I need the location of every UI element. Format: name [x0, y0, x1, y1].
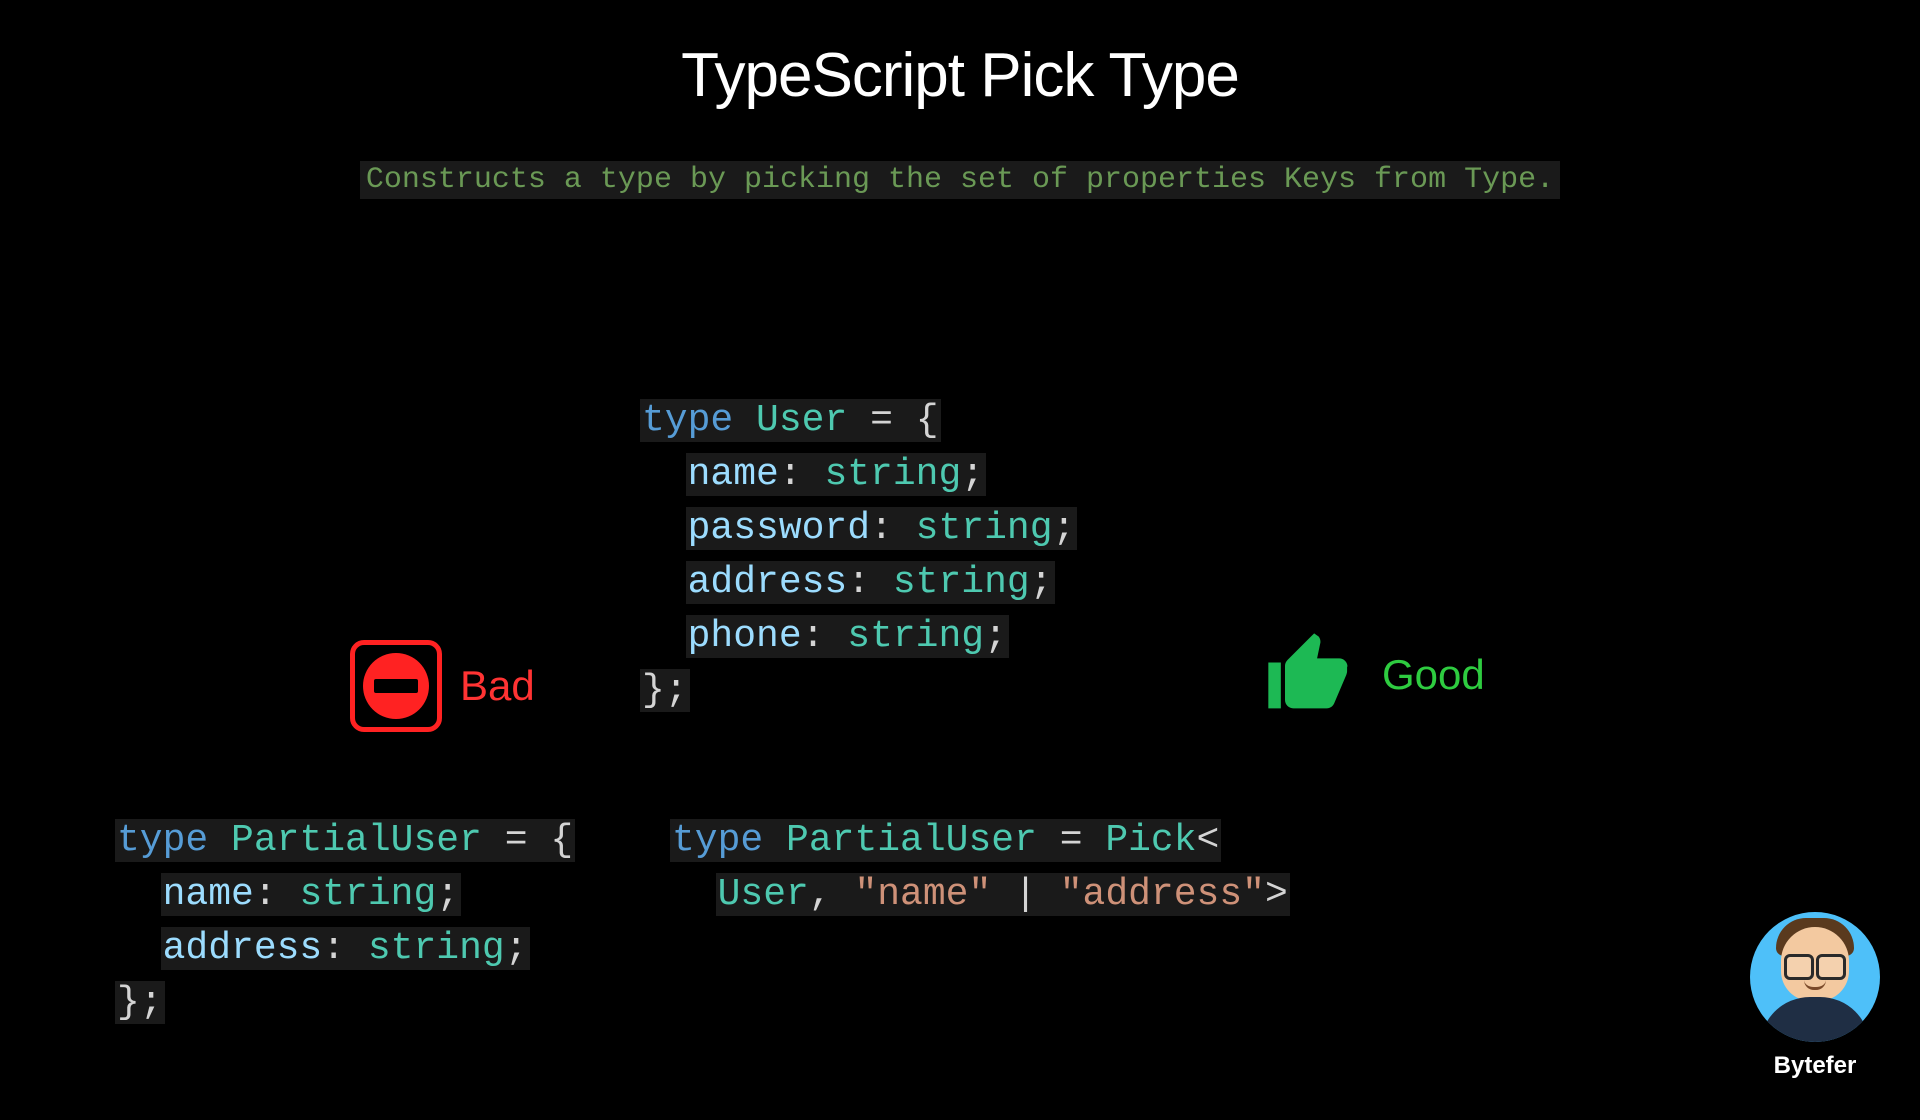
semi: ; — [505, 927, 528, 970]
op-equals: = — [870, 399, 893, 442]
colon: : — [322, 927, 345, 970]
semi: ; — [436, 873, 459, 916]
semi: ; — [1053, 507, 1076, 550]
bad-text: Bad — [460, 662, 535, 710]
type-string: string — [893, 561, 1030, 604]
comma: , — [809, 873, 832, 916]
colon: : — [779, 453, 802, 496]
brace-close: }; — [117, 981, 163, 1024]
pipe: | — [1014, 873, 1037, 916]
string-address: "address" — [1060, 873, 1265, 916]
avatar-image — [1750, 912, 1880, 1042]
prop-name: name — [688, 453, 779, 496]
bad-label: Bad — [350, 640, 535, 732]
op-equals: = — [505, 819, 528, 862]
author-avatar: Bytefer — [1750, 912, 1880, 1080]
thumbs-up-icon — [1260, 625, 1360, 725]
prop-phone: phone — [688, 615, 802, 658]
keyword-type: type — [117, 819, 208, 862]
typename-user: User — [756, 399, 847, 442]
angle-open: < — [1197, 819, 1220, 862]
type-string: string — [916, 507, 1053, 550]
typename-partialuser: PartialUser — [786, 819, 1037, 862]
author-name: Bytefer — [1750, 1052, 1880, 1080]
semi: ; — [961, 453, 984, 496]
semi: ; — [1030, 561, 1053, 604]
subtitle: Constructs a type by picking the set of … — [360, 161, 1560, 199]
prop-name: name — [163, 873, 254, 916]
type-string: string — [299, 873, 436, 916]
good-text: Good — [1382, 651, 1485, 699]
code-block-bad: type PartialUser = { name: string; addre… — [115, 760, 575, 1030]
no-entry-icon — [350, 640, 442, 732]
string-name: "name" — [854, 873, 991, 916]
page-title: TypeScript Pick Type — [0, 40, 1920, 111]
typename-pick: Pick — [1105, 819, 1196, 862]
angle-close: > — [1265, 873, 1288, 916]
brace-open: { — [916, 399, 939, 442]
typename-partialuser: PartialUser — [231, 819, 482, 862]
keyword-type: type — [672, 819, 763, 862]
colon: : — [870, 507, 893, 550]
colon: : — [802, 615, 825, 658]
colon: : — [254, 873, 277, 916]
type-string: string — [847, 615, 984, 658]
semi: ; — [984, 615, 1007, 658]
prop-password: password — [688, 507, 870, 550]
keyword-type: type — [642, 399, 733, 442]
typename-user: User — [718, 873, 809, 916]
good-label: Good — [1260, 625, 1485, 725]
prop-address: address — [688, 561, 848, 604]
op-equals: = — [1060, 819, 1083, 862]
code-block-user-type: type User = { name: string; password: st… — [640, 340, 1077, 718]
prop-address: address — [163, 927, 323, 970]
type-string: string — [368, 927, 505, 970]
colon: : — [847, 561, 870, 604]
code-block-good: type PartialUser = Pick< User, "name" | … — [670, 760, 1290, 922]
type-string: string — [824, 453, 961, 496]
brace-close: }; — [642, 669, 688, 712]
brace-open: { — [550, 819, 573, 862]
